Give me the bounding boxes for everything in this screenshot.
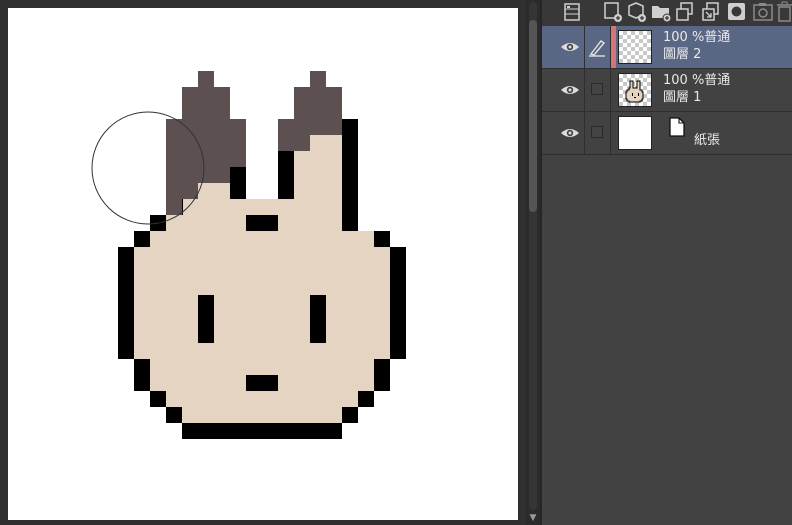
bunny-pixel-art [91, 71, 406, 439]
bunny-fill-pixel [294, 151, 342, 167]
layer-name: 紙張 [694, 133, 721, 148]
nose [246, 375, 278, 391]
bunny-fill-pixel [246, 199, 278, 215]
layer-info: 100 %普通 圖層 1 [663, 72, 730, 106]
bunny-fill-pixel [182, 407, 342, 423]
layer-color-strip [611, 26, 616, 68]
artboard[interactable] [8, 8, 518, 520]
outline-pixel [358, 391, 374, 407]
canvas-scrollbar[interactable]: ▼ [526, 0, 540, 525]
scrollbar-thumb[interactable] [529, 20, 537, 212]
outline-pixel [118, 279, 134, 359]
right-ear-tip-pixel [310, 71, 326, 87]
layer-opacity-blend: 100 %普通 [663, 30, 731, 45]
outline-pixel [182, 423, 342, 439]
bunny-fill-pixel [166, 215, 246, 231]
outline-pixel [374, 359, 390, 391]
outline-pixel [342, 167, 358, 183]
layer-row-layer-2[interactable]: 100 %普通 圖層 2 [542, 26, 792, 69]
camera-icon[interactable] [752, 1, 774, 23]
layer-thumbnail-bunny [618, 73, 652, 107]
bunny-fill-pixel [294, 167, 342, 183]
right-eye [310, 295, 326, 343]
outline-pixel [342, 407, 358, 423]
layer-panel: 100 %普通 圖層 2 100 %普通 圖層 1 紙張 [542, 0, 792, 525]
new-raster-layer-icon[interactable] [602, 1, 624, 23]
merge-down-icon[interactable] [700, 1, 722, 23]
layer-info: 100 %普通 圖層 2 [663, 29, 730, 63]
bunny-fill-pixel [278, 199, 342, 215]
canvas-area[interactable] [0, 0, 526, 525]
delete-layer-icon[interactable] [776, 1, 792, 23]
column-separator [584, 26, 585, 68]
visibility-eye-icon[interactable] [560, 82, 580, 98]
left-ear-tip-pixel [166, 167, 230, 183]
layer-name: 圖層 2 [663, 47, 702, 62]
outline-pixel [166, 407, 182, 423]
outline-pixel [150, 391, 166, 407]
right-ear-tip-pixel [278, 119, 342, 135]
outline-pixel [342, 199, 358, 215]
left-eye [198, 295, 214, 343]
outline-pixel [278, 167, 294, 183]
outline-pixel [342, 119, 358, 135]
outline-pixel [278, 183, 294, 199]
bunny-fill-pixel [150, 231, 374, 247]
outline-pixel [374, 231, 390, 247]
outline-pixel [134, 231, 150, 247]
outline-pixel [342, 151, 358, 167]
bunny-fill-pixel [134, 247, 390, 279]
outline-pixel [390, 279, 406, 359]
outline-pixel [390, 247, 406, 279]
column-separator [584, 69, 585, 111]
layer-thumbnail [618, 116, 652, 150]
right-ear-tip-pixel [278, 135, 310, 151]
copy-layer-icon[interactable] [674, 1, 696, 23]
layer-toolbar [542, 0, 792, 27]
bunny-fill-pixel [278, 215, 342, 231]
lock-checkbox[interactable] [591, 126, 603, 138]
left-ear-tip-pixel [166, 199, 182, 215]
layer-name: 圖層 1 [663, 90, 702, 105]
column-separator [610, 112, 611, 154]
layer-thumbnail [618, 30, 652, 64]
bunny-fill-pixel [166, 391, 358, 407]
outline-pixel [134, 359, 150, 391]
layer-row-paper[interactable]: 紙張 [542, 112, 792, 155]
outline-pixel [342, 183, 358, 199]
outline-pixel [230, 183, 246, 199]
left-ear-tip-pixel [166, 119, 246, 167]
layer-opacity-blend: 100 %普通 [663, 73, 731, 88]
outline-pixel [342, 135, 358, 151]
outline-pixel [246, 215, 278, 231]
layer-mask-icon[interactable] [726, 1, 748, 23]
pencil-edit-icon[interactable] [586, 37, 608, 57]
paper-layer-icon [667, 117, 687, 137]
layer-row-layer-1[interactable]: 100 %普通 圖層 1 [542, 69, 792, 112]
bunny-fill-pixel [134, 279, 390, 359]
new-vector-layer-icon[interactable] [626, 1, 648, 23]
column-separator [610, 69, 611, 111]
left-ear-tip-pixel [166, 183, 198, 199]
outline-pixel [230, 167, 246, 183]
visibility-eye-icon[interactable] [560, 39, 580, 55]
bunny-fill-pixel [294, 183, 342, 199]
outline-pixel [118, 247, 134, 279]
right-ear-tip-pixel [294, 87, 342, 119]
scroll-down-arrow-icon[interactable]: ▼ [526, 512, 540, 525]
outline-pixel [342, 215, 358, 231]
new-folder-icon[interactable] [650, 1, 672, 23]
left-ear-tip-pixel [182, 87, 230, 119]
left-ear-tip-pixel [198, 71, 214, 87]
layer-properties-icon[interactable] [562, 1, 584, 23]
visibility-eye-icon[interactable] [560, 125, 580, 141]
outline-pixel [278, 151, 294, 167]
column-separator [584, 112, 585, 154]
lock-checkbox[interactable] [591, 83, 603, 95]
